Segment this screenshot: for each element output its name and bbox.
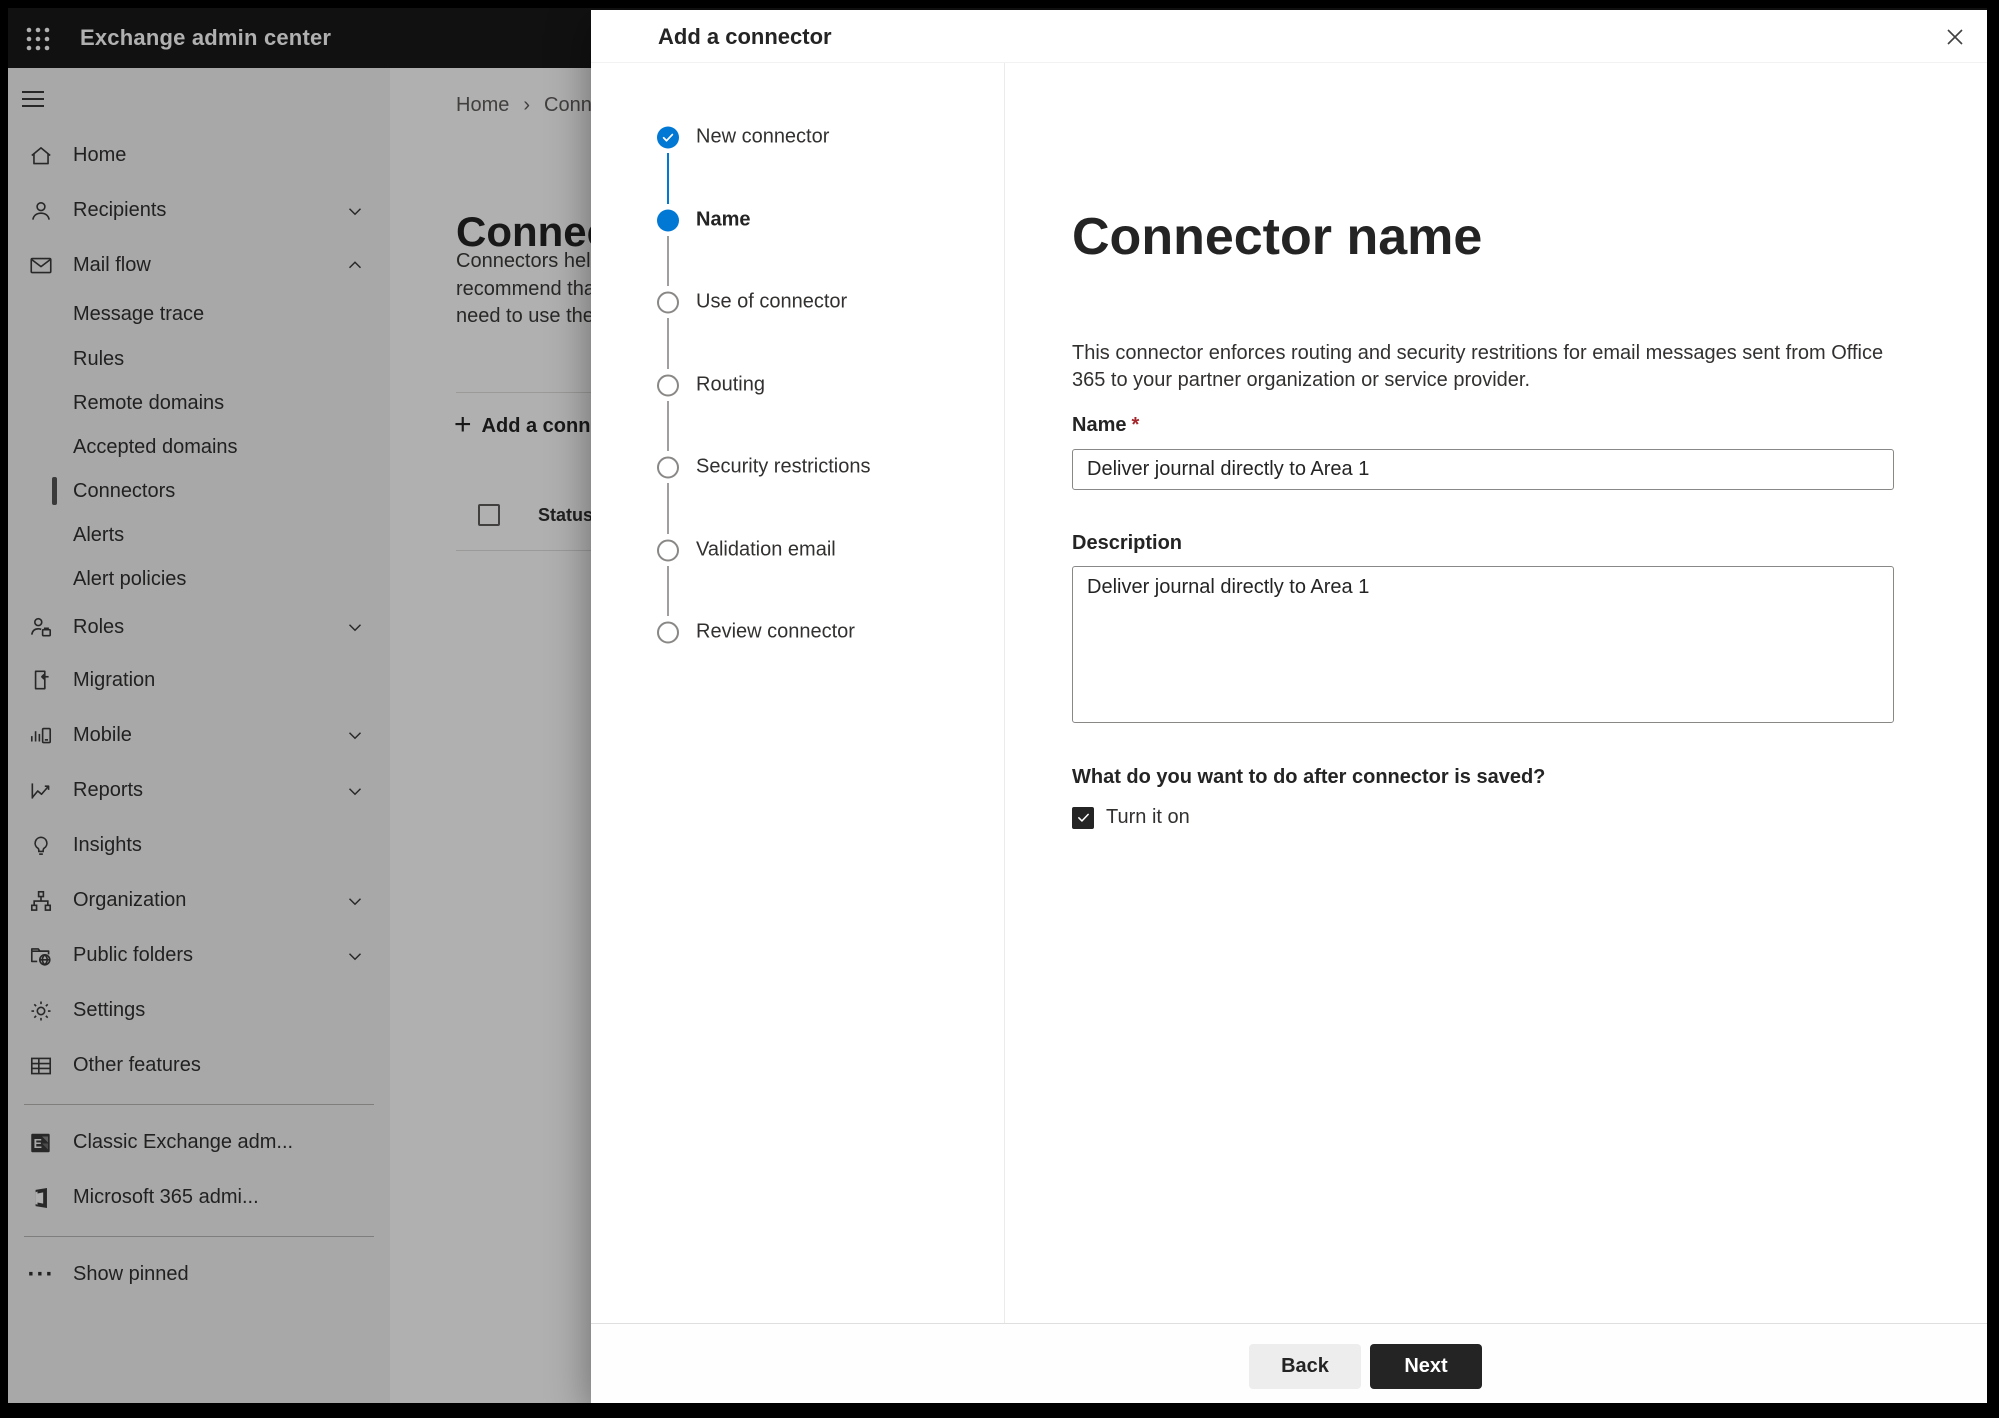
required-asterisk: * bbox=[1131, 414, 1140, 436]
turn-it-on-checkbox-row[interactable]: Turn it on bbox=[1072, 806, 1190, 829]
step-upcoming-icon bbox=[657, 374, 679, 396]
wizard-step-validation-email[interactable]: Validation email bbox=[657, 539, 836, 562]
step-upcoming-icon bbox=[657, 291, 679, 313]
step-connector-line bbox=[667, 153, 669, 204]
name-field-label: Name * bbox=[1072, 414, 1140, 436]
dialog-header: Add a connector bbox=[591, 10, 1987, 63]
name-field[interactable] bbox=[1072, 449, 1894, 490]
step-upcoming-icon bbox=[657, 539, 679, 561]
step-page-description: This connector enforces routing and secu… bbox=[1072, 342, 1884, 391]
description-field-label: Description bbox=[1072, 532, 1183, 554]
step-connector-line bbox=[667, 318, 669, 369]
add-connector-dialog: Add a connector New connector Name Use o… bbox=[591, 10, 1987, 1403]
step-connector-line bbox=[667, 566, 669, 616]
turn-it-on-label: Turn it on bbox=[1106, 806, 1190, 828]
step-upcoming-icon bbox=[657, 621, 679, 643]
description-field[interactable]: Deliver journal directly to Area 1 bbox=[1072, 566, 1894, 723]
wizard-step-new-connector[interactable]: New connector bbox=[657, 126, 829, 149]
step-current-icon bbox=[657, 209, 679, 231]
step-connector-line bbox=[667, 236, 669, 286]
step-connector-line bbox=[667, 483, 669, 534]
close-icon[interactable] bbox=[1941, 23, 1969, 51]
wizard-step-name[interactable]: Name bbox=[657, 209, 750, 232]
app-window: Exchange admin center Home Recipients Ma… bbox=[0, 0, 1999, 1418]
wizard-step-security-restrictions[interactable]: Security restrictions bbox=[657, 456, 871, 479]
next-button[interactable]: Next bbox=[1370, 1344, 1482, 1389]
steps-panel-divider bbox=[1004, 63, 1005, 1323]
wizard-step-use-of-connector[interactable]: Use of connector bbox=[657, 291, 847, 314]
back-button[interactable]: Back bbox=[1249, 1344, 1361, 1389]
dialog-footer: Back Next bbox=[591, 1323, 1987, 1403]
step-upcoming-icon bbox=[657, 456, 679, 478]
wizard-step-routing[interactable]: Routing bbox=[657, 374, 765, 397]
dialog-title: Add a connector bbox=[658, 24, 832, 49]
wizard-step-review-connector[interactable]: Review connector bbox=[657, 621, 855, 644]
step-connector-line bbox=[667, 401, 669, 451]
checked-checkbox-icon[interactable] bbox=[1072, 806, 1094, 829]
screen: Exchange admin center Home Recipients Ma… bbox=[8, 8, 1987, 1403]
step-completed-check-icon bbox=[657, 126, 679, 148]
after-save-question: What do you want to do after connector i… bbox=[1072, 766, 1546, 788]
step-page-title: Connector name bbox=[1072, 207, 1483, 266]
